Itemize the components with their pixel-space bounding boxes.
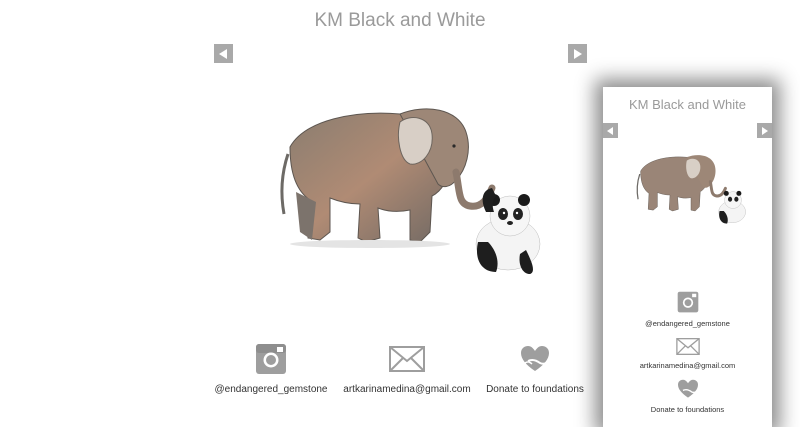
mail-icon <box>675 338 700 355</box>
chevron-left-icon <box>219 48 227 59</box>
site-title: KM Black and White <box>314 10 486 31</box>
next-image-button[interactable] <box>568 44 587 63</box>
gallery-image <box>260 92 560 292</box>
instagram-icon <box>677 291 698 313</box>
instagram-icon <box>256 344 286 374</box>
mobile-donate-link[interactable]: Donate to foundations <box>603 379 772 414</box>
mobile-instagram-handle: @endangered_gemstone <box>645 319 730 328</box>
mobile-donate-label: Donate to foundations <box>650 405 725 414</box>
mobile-email-address: artkarinamedina@gmail.com <box>639 361 736 370</box>
mobile-preview: KM Black and White @endangered_gemstone … <box>603 87 772 427</box>
mobile-gallery-image <box>628 145 754 235</box>
chevron-right-icon <box>762 126 768 135</box>
chevron-left-icon <box>607 126 613 135</box>
heart-hands-icon <box>521 346 549 371</box>
heart-hands-icon <box>677 379 698 398</box>
mobile-site-title: KM Black and White <box>628 97 747 112</box>
chevron-right-icon <box>574 48 582 59</box>
prev-image-button[interactable] <box>214 44 233 63</box>
donate-link[interactable]: Donate to foundations <box>445 343 625 395</box>
mail-icon <box>389 346 425 372</box>
mobile-prev-image-button[interactable] <box>603 123 618 138</box>
mobile-instagram-link[interactable]: @endangered_gemstone <box>603 291 772 328</box>
elephant-panda-illustration <box>636 155 746 224</box>
mobile-next-image-button[interactable] <box>757 123 772 138</box>
mobile-email-link[interactable]: artkarinamedina@gmail.com <box>603 338 772 370</box>
donate-label: Donate to foundations <box>486 384 584 395</box>
elephant-panda-illustration <box>280 108 541 274</box>
